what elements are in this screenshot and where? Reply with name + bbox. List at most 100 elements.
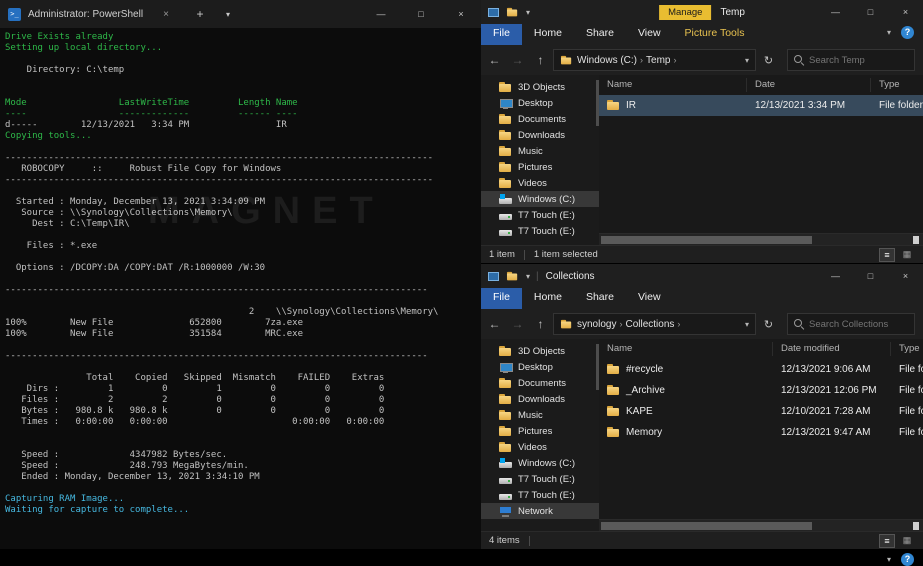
sidebar-item[interactable]: Desktop — [481, 95, 599, 111]
horizontal-scrollbar[interactable] — [599, 519, 923, 531]
sidebar-item[interactable]: T7 Touch (E:) — [481, 471, 599, 487]
ribbon-tab[interactable]: View — [626, 288, 673, 309]
sidebar-item[interactable]: Pictures — [481, 159, 599, 175]
close-button[interactable]: × — [441, 0, 481, 28]
ribbon-tab[interactable]: File — [481, 288, 522, 309]
column-header-name[interactable]: Name — [599, 342, 773, 356]
search-box[interactable] — [787, 313, 915, 335]
qat-dropdown-icon[interactable]: ▾ — [526, 8, 530, 17]
sidebar-item[interactable]: T7 Touch (E:) — [481, 207, 599, 223]
forward-button[interactable]: → — [507, 53, 528, 67]
sidebar-item[interactable]: Documents — [481, 375, 599, 391]
maximize-button[interactable]: □ — [401, 0, 441, 28]
sidebar-item[interactable]: Desktop — [481, 359, 599, 375]
refresh-button[interactable]: ↻ — [758, 318, 779, 331]
sidebar-item[interactable]: Windows (C:) — [481, 191, 599, 207]
sidebar-item[interactable]: Videos — [481, 439, 599, 455]
folder-icon[interactable] — [506, 271, 518, 280]
sidebar-item[interactable]: 3D Objects — [481, 79, 599, 95]
column-header-name[interactable]: Name — [599, 78, 747, 92]
file-row[interactable]: IR 12/13/2021 3:34 PM File folder — [599, 95, 923, 116]
refresh-button[interactable]: ↻ — [758, 54, 779, 67]
sidebar-item[interactable]: 3D Objects — [481, 343, 599, 359]
back-button[interactable]: ← — [484, 53, 505, 67]
thumbnails-view-icon[interactable]: ▦ — [899, 534, 915, 548]
minimize-button[interactable]: — — [818, 0, 853, 24]
explorer-icon — [488, 7, 499, 17]
help-icon[interactable]: ? — [901, 26, 914, 39]
maximize-button[interactable]: □ — [853, 264, 888, 288]
sidebar-scrollbar[interactable] — [596, 80, 599, 126]
column-header-date-modified[interactable]: Date modified — [773, 342, 891, 356]
vertical-scrollbar-thumb[interactable] — [913, 236, 919, 244]
ribbon-tab[interactable]: Home — [522, 288, 574, 309]
file-row[interactable]: _Archive 12/13/2021 12:06 PM File folder — [599, 380, 923, 401]
sidebar-item[interactable]: Downloads — [481, 391, 599, 407]
sidebar-item[interactable]: T7 Touch (E:) — [481, 223, 599, 239]
scrollbar-thumb[interactable] — [601, 236, 812, 244]
ribbon-tab[interactable]: Home — [522, 24, 574, 45]
sidebar-item[interactable]: T7 Touch (E:) — [481, 487, 599, 503]
file-row[interactable]: KAPE 12/10/2021 7:28 AM File folder — [599, 401, 923, 422]
forward-button[interactable]: → — [507, 317, 528, 331]
breadcrumb-segment[interactable]: synology — [577, 319, 616, 330]
column-header-type[interactable]: Type — [871, 78, 923, 92]
ribbon-tab[interactable]: Picture Tools — [673, 24, 757, 45]
manage-contextual-label[interactable]: Manage — [659, 4, 712, 20]
breadcrumb-segment[interactable]: Temp — [646, 55, 670, 66]
terminal-tab-title[interactable]: Administrator: PowerShell — [28, 9, 143, 20]
back-button[interactable]: ← — [484, 317, 505, 331]
up-button[interactable]: ↑ — [530, 53, 551, 67]
sidebar-item[interactable]: Pictures — [481, 423, 599, 439]
file-row[interactable]: Memory 12/13/2021 9:47 AM File folder — [599, 422, 923, 443]
search-input[interactable] — [809, 54, 908, 66]
sidebar-item[interactable]: Network — [481, 503, 599, 519]
details-view-icon[interactable]: ≡ — [879, 247, 895, 262]
up-button[interactable]: ↑ — [530, 317, 551, 331]
address-dropdown-icon[interactable]: ▾ — [745, 56, 749, 65]
minimize-button[interactable]: — — [818, 264, 853, 288]
file-row[interactable]: #recycle 12/13/2021 9:06 AM File folder — [599, 359, 923, 380]
sidebar-item[interactable]: Videos — [481, 175, 599, 191]
help-icon[interactable]: ? — [901, 553, 914, 566]
qat-dropdown-icon[interactable]: ▾ — [526, 272, 530, 281]
breadcrumb[interactable]: synology › Collections › ▾ — [553, 313, 756, 335]
breadcrumb-segment[interactable]: Collections — [625, 319, 674, 330]
breadcrumb-separator[interactable]: › — [637, 55, 646, 65]
sidebar-item[interactable]: Documents — [481, 111, 599, 127]
sidebar-scrollbar[interactable] — [596, 344, 599, 390]
folder-icon[interactable] — [506, 7, 518, 16]
address-dropdown-icon[interactable]: ▾ — [745, 320, 749, 329]
tab-close-icon[interactable]: × — [159, 9, 173, 20]
tab-dropdown-icon[interactable]: ▾ — [221, 10, 235, 19]
vertical-scrollbar-thumb[interactable] — [913, 522, 919, 530]
horizontal-scrollbar[interactable] — [599, 233, 923, 245]
sidebar-item[interactable]: Music — [481, 407, 599, 423]
ribbon-tab[interactable]: Share — [574, 24, 626, 45]
ribbon-tab[interactable]: Share — [574, 288, 626, 309]
breadcrumb-separator[interactable]: › — [670, 55, 679, 65]
sidebar-item[interactable]: Downloads — [481, 127, 599, 143]
ribbon-collapse-icon[interactable]: ▾ — [887, 28, 891, 37]
column-header-date[interactable]: Date — [747, 78, 871, 92]
scrollbar-thumb[interactable] — [601, 522, 812, 530]
ribbon-tab[interactable]: File — [481, 24, 522, 45]
ribbon-collapse-icon[interactable]: ▾ — [887, 555, 891, 564]
breadcrumb-separator[interactable]: › — [616, 319, 625, 329]
maximize-button[interactable]: □ — [853, 0, 888, 24]
breadcrumb-separator[interactable]: › — [674, 319, 683, 329]
ribbon-tab[interactable]: View — [626, 24, 673, 45]
thumbnails-view-icon[interactable]: ▦ — [899, 248, 915, 262]
breadcrumb-segment[interactable]: Windows (C:) — [577, 55, 637, 66]
column-header-type[interactable]: Type — [891, 342, 923, 356]
search-box[interactable] — [787, 49, 915, 71]
search-input[interactable] — [809, 318, 908, 330]
minimize-button[interactable]: — — [361, 0, 401, 28]
sidebar-item[interactable]: Music — [481, 143, 599, 159]
close-button[interactable]: × — [888, 264, 923, 288]
breadcrumb[interactable]: Windows (C:) › Temp › ▾ — [553, 49, 756, 71]
details-view-icon[interactable]: ≡ — [879, 533, 895, 548]
close-button[interactable]: × — [888, 0, 923, 24]
sidebar-item[interactable]: Windows (C:) — [481, 455, 599, 471]
new-tab-button[interactable]: + — [193, 7, 207, 21]
